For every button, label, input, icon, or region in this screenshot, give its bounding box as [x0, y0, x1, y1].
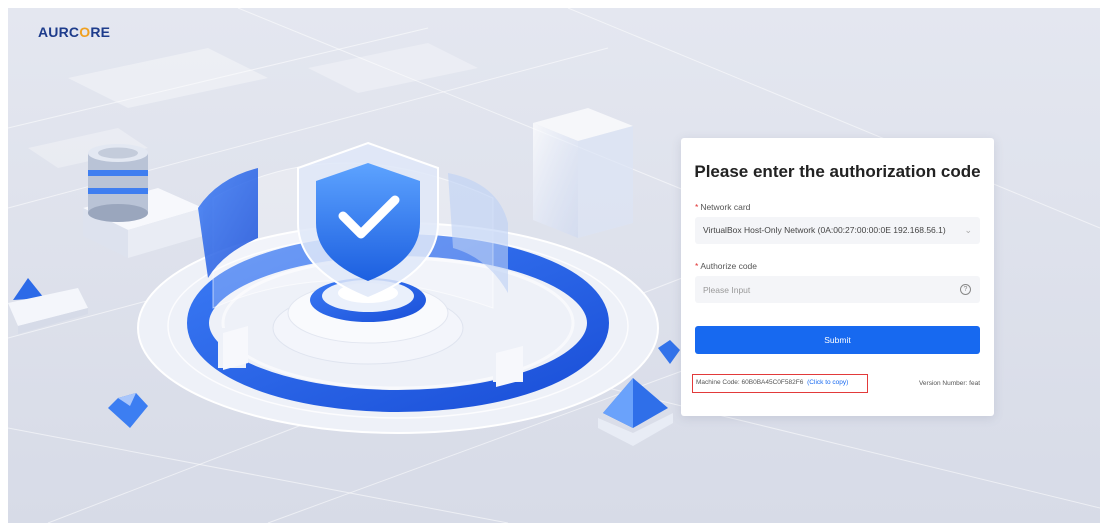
help-icon[interactable]: ? — [960, 284, 971, 295]
network-card-select[interactable]: VirtualBox Host-Only Network (0A:00:27:0… — [695, 217, 980, 244]
brand-logo: AURCORE — [38, 24, 110, 40]
authorization-panel: Please enter the authorization code * Net… — [681, 138, 994, 416]
authorize-code-label: * Authorize code — [695, 261, 757, 271]
network-card-value: VirtualBox Host-Only Network (0A:00:27:0… — [703, 225, 946, 235]
logo-ring: O — [79, 24, 91, 40]
network-card-label-text: Network card — [700, 202, 751, 212]
panel-title: Please enter the authorization code — [694, 162, 981, 181]
authorize-code-input[interactable] — [703, 276, 953, 303]
machine-code-box: Machine Code: 60B0BA45C0F582F6 (Click to… — [692, 374, 868, 393]
network-card-label: * Network card — [695, 202, 750, 212]
submit-button[interactable]: Submit — [695, 326, 980, 354]
machine-code-text: Machine Code: 60B0BA45C0F582F6 — [696, 379, 804, 386]
logo-text-left: AURC — [38, 24, 80, 40]
authorize-code-label-text: Authorize code — [700, 261, 758, 271]
chevron-down-icon: ⌄ — [964, 225, 972, 235]
version-number: Version Number: feat — [918, 380, 980, 387]
required-mark: * — [695, 261, 699, 271]
required-mark: * — [695, 202, 699, 212]
logo-text-right: RE — [90, 24, 111, 40]
authorize-code-field[interactable]: ? — [695, 276, 980, 303]
login-page: AURCORE Please enter the authorization c… — [8, 8, 1100, 523]
copy-machine-code-link[interactable]: (Click to copy) — [807, 379, 848, 386]
